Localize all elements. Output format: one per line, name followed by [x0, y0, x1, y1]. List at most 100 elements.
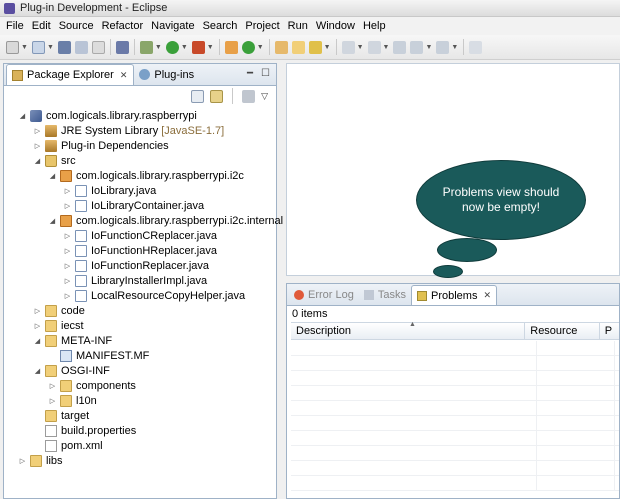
expanded-icon[interactable]: ◢ — [18, 111, 27, 120]
next-annotation-icon[interactable] — [341, 40, 355, 54]
previous-annotation-icon[interactable] — [367, 40, 381, 54]
previous-annotation-dropdown-icon[interactable]: ▼ — [383, 44, 390, 51]
run-icon[interactable] — [165, 40, 179, 54]
save-all-icon[interactable] — [74, 40, 88, 54]
collapsed-icon[interactable]: ▷ — [63, 246, 72, 255]
tree-item[interactable]: ◢ com.logicals.library.raspberrypi.i2c — [48, 168, 244, 183]
tree-item[interactable]: ▷ iecst — [33, 318, 84, 333]
print-icon[interactable] — [91, 40, 105, 54]
save-icon[interactable] — [57, 40, 71, 54]
collapsed-icon[interactable]: ▷ — [63, 231, 72, 240]
tree-item[interactable]: ◢ OSGI-INF — [33, 363, 110, 378]
menu-run[interactable]: Run — [284, 20, 312, 32]
menu-file[interactable]: File — [2, 20, 28, 32]
tool-icon[interactable] — [115, 40, 129, 54]
collapsed-icon[interactable]: ▷ — [33, 141, 42, 150]
focus-icon[interactable] — [242, 89, 256, 103]
new-package-icon[interactable] — [224, 40, 238, 54]
expanded-icon[interactable]: ◢ — [33, 366, 42, 375]
expanded-icon[interactable]: ◢ — [33, 336, 42, 345]
tree-item[interactable]: MANIFEST.MF — [60, 348, 149, 363]
tree-item[interactable]: ◢ src — [33, 153, 76, 168]
collapsed-icon[interactable]: ▷ — [33, 126, 42, 135]
tab-plug-ins[interactable]: Plug-ins — [134, 64, 200, 85]
column-path[interactable]: P — [600, 323, 619, 339]
last-edit-location-icon[interactable] — [393, 40, 407, 54]
tree-item[interactable]: build.properties — [45, 423, 136, 438]
tree-item[interactable]: ▷ LibraryInstallerImpl.java — [63, 273, 207, 288]
open-dropdown-icon[interactable]: ▼ — [47, 44, 54, 51]
run-dropdown-icon[interactable]: ▼ — [181, 44, 188, 51]
external-tools-dropdown-icon[interactable]: ▼ — [207, 44, 214, 51]
menu-navigate[interactable]: Navigate — [147, 20, 198, 32]
tree-item[interactable]: target — [45, 408, 89, 423]
expanded-icon[interactable]: ◢ — [48, 171, 57, 180]
maximize-icon[interactable]: ☐ — [261, 68, 270, 79]
tree-item[interactable]: pom.xml — [45, 438, 103, 453]
collapsed-icon[interactable]: ▷ — [48, 381, 57, 390]
external-tools-icon[interactable] — [191, 40, 205, 54]
collapsed-icon[interactable]: ▷ — [33, 321, 42, 330]
new-icon[interactable] — [6, 40, 19, 54]
collapsed-icon[interactable]: ▷ — [63, 261, 72, 270]
close-icon[interactable]: ✕ — [120, 70, 128, 81]
back-icon[interactable] — [410, 40, 424, 54]
tab-package-explorer[interactable]: Package Explorer ✕ — [6, 64, 135, 85]
tab-error-log[interactable]: Error Log — [289, 285, 359, 305]
menu-project[interactable]: Project — [241, 20, 283, 32]
column-description[interactable]: Description ▲ — [291, 321, 526, 339]
tree-item[interactable]: ▷ IoLibrary.java — [63, 183, 156, 198]
menu-source[interactable]: Source — [55, 20, 98, 32]
link-with-editor-icon[interactable] — [210, 89, 224, 103]
tree-item[interactable]: ▷ components — [48, 378, 136, 393]
pin-editor-icon[interactable] — [469, 40, 483, 54]
next-annotation-dropdown-icon[interactable]: ▼ — [357, 44, 364, 51]
tree-item[interactable]: ▷ LocalResourceCopyHelper.java — [63, 288, 245, 303]
debug-icon[interactable] — [139, 40, 153, 54]
collapsed-icon[interactable]: ▷ — [33, 306, 42, 315]
collapse-all-icon[interactable] — [191, 89, 205, 103]
expanded-icon[interactable]: ◢ — [48, 216, 57, 225]
close-icon[interactable]: ✕ — [483, 290, 491, 301]
open-icon[interactable] — [31, 40, 45, 54]
expanded-icon[interactable]: ◢ — [33, 156, 42, 165]
new-class-dropdown-icon[interactable]: ▼ — [257, 44, 264, 51]
menu-window[interactable]: Window — [312, 20, 359, 32]
collapsed-icon[interactable]: ▷ — [63, 186, 72, 195]
forward-icon[interactable] — [436, 40, 450, 54]
collapsed-icon[interactable]: ▷ — [18, 456, 27, 465]
menu-help[interactable]: Help — [359, 20, 390, 32]
open-resource-icon[interactable] — [291, 40, 305, 54]
collapsed-icon[interactable]: ▷ — [63, 276, 72, 285]
menu-search[interactable]: Search — [199, 20, 242, 32]
tree-item[interactable]: ◢ com.logicals.library.raspberrypi — [18, 108, 197, 123]
tree-item[interactable]: ▷ Plug-in Dependencies — [33, 138, 169, 153]
new-class-icon[interactable] — [241, 40, 255, 54]
tree-item[interactable]: ▷ IoFunctionCReplacer.java — [63, 228, 217, 243]
tree-item[interactable]: ▷ code — [33, 303, 85, 318]
tab-problems[interactable]: Problems ✕ — [410, 285, 497, 305]
tree-item[interactable]: ◢ META-INF — [33, 333, 112, 348]
collapsed-icon[interactable]: ▷ — [48, 396, 57, 405]
forward-dropdown-icon[interactable]: ▼ — [451, 44, 458, 51]
search-icon[interactable] — [308, 40, 322, 54]
tree-item[interactable]: ▷ JRE System Library [JavaSE-1.7] — [33, 123, 224, 138]
debug-dropdown-icon[interactable]: ▼ — [155, 44, 162, 51]
tree-item[interactable]: ▷ libs — [18, 453, 63, 468]
collapsed-icon[interactable]: ▷ — [63, 291, 72, 300]
minimize-icon[interactable]: ━ — [247, 68, 253, 79]
open-type-icon[interactable] — [274, 40, 288, 54]
column-resource[interactable]: Resource — [525, 323, 600, 339]
back-dropdown-icon[interactable]: ▼ — [425, 44, 432, 51]
menu-refactor[interactable]: Refactor — [98, 20, 148, 32]
view-menu-icon[interactable]: ▽ — [261, 91, 268, 102]
tab-tasks[interactable]: Tasks — [359, 285, 411, 305]
tree-item[interactable]: ◢ com.logicals.library.raspberrypi.i2c.in… — [48, 213, 283, 228]
tree-item[interactable]: ▷ IoLibraryContainer.java — [63, 198, 204, 213]
new-dropdown-icon[interactable]: ▼ — [21, 44, 28, 51]
menu-edit[interactable]: Edit — [28, 20, 55, 32]
search-dropdown-icon[interactable]: ▼ — [324, 44, 331, 51]
tree-item[interactable]: ▷ IoFunctionHReplacer.java — [63, 243, 217, 258]
tree-item[interactable]: ▷ IoFunctionReplacer.java — [63, 258, 209, 273]
tree-item[interactable]: ▷ l10n — [48, 393, 97, 408]
